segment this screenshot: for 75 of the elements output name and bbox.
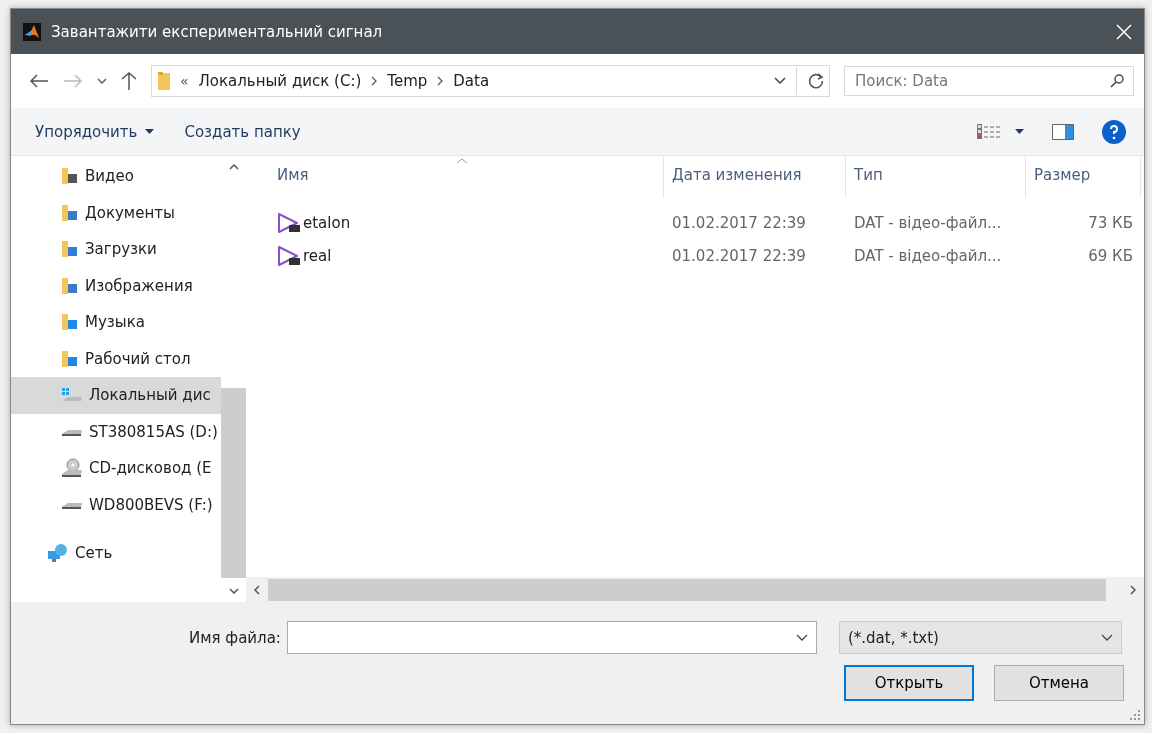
breadcrumb[interactable]: Temp	[387, 72, 428, 90]
video-file-icon	[277, 211, 301, 234]
sidebar-item[interactable]: Сеть	[11, 535, 221, 572]
folder-icon	[61, 240, 79, 259]
scroll-right-icon[interactable]	[1130, 584, 1136, 595]
sidebar-item[interactable]: Локальный дис	[11, 377, 221, 414]
up-arrow-icon[interactable]	[121, 71, 137, 91]
window-title: Завантажити експериментальний сигнал	[51, 22, 384, 41]
organize-menu[interactable]: Упорядочить	[27, 118, 163, 145]
chevron-down-icon[interactable]	[774, 77, 786, 85]
caret-icon[interactable]	[1015, 129, 1024, 134]
folder-icon	[158, 72, 170, 90]
table-cell-text: 73 КБ	[1087, 213, 1134, 232]
help-icon[interactable]	[1102, 119, 1126, 144]
video-file-icon	[277, 244, 301, 267]
file-row[interactable]: etalon 01.02.2017 22:39 DAT - відео-файл... 73 КБ	[246, 206, 1144, 239]
column-header[interactable]: Размер	[1026, 156, 1141, 198]
scrollbar-thumb[interactable]	[268, 578, 1106, 601]
search-field[interactable]: Поиск: Data	[844, 66, 1134, 96]
sidebar-item[interactable]: Музыка	[11, 304, 221, 341]
preview-pane-icon[interactable]	[1052, 123, 1074, 140]
chevron-down-icon[interactable]	[1100, 634, 1113, 641]
breadcrumb[interactable]: Локальный диск (C:)	[198, 72, 362, 90]
table-cell-text: 01.02.2017 22:39	[671, 246, 807, 265]
network-icon	[47, 543, 69, 564]
table-cell-text: DAT - відео-файл...	[853, 213, 1003, 232]
sidebar-item[interactable]: Рабочий стол	[11, 340, 221, 377]
folder-icon	[61, 167, 79, 186]
new-folder-button[interactable]: Создать папку	[176, 118, 309, 145]
chevron-right-icon[interactable]	[371, 76, 378, 86]
file-name-field[interactable]	[286, 621, 817, 654]
file-type-dropdown[interactable]: (*.dat, *.txt)	[838, 621, 1122, 654]
scroll-left-icon[interactable]	[254, 584, 260, 595]
table-cell-text: DAT - відео-файл...	[853, 246, 1003, 265]
cd-drive-icon	[61, 458, 83, 479]
address-bar[interactable]: « Локальный диск (C:) Temp Data	[151, 65, 830, 97]
scroll-down-icon[interactable]	[228, 588, 239, 594]
sidebar-item[interactable]: Документы	[11, 194, 221, 231]
column-header[interactable]: Тип	[846, 156, 1026, 198]
sidebar-item[interactable]: WD800BEVS (F:)	[11, 486, 221, 523]
file-row[interactable]: real 01.02.2017 22:39 DAT - відео-файл... 69 КБ	[246, 239, 1144, 272]
chevron-right-icon[interactable]	[437, 76, 444, 86]
file-name-label: Имя файла:	[189, 628, 281, 647]
table-cell-text: 01.02.2017 22:39	[671, 213, 807, 232]
folder-icon	[61, 276, 79, 295]
folder-icon	[61, 313, 79, 332]
sidebar-item[interactable]: Изображения	[11, 267, 221, 304]
scrollbar-thumb[interactable]	[221, 388, 246, 578]
close-icon[interactable]	[1116, 23, 1132, 40]
column-header[interactable]: Имя	[246, 156, 664, 198]
caret-icon[interactable]	[145, 129, 155, 134]
sidebar-item[interactable]: Видео	[11, 158, 221, 195]
search-icon	[1110, 74, 1124, 88]
file-name: real	[303, 246, 332, 265]
refresh-icon[interactable]	[807, 72, 825, 90]
folder-icon	[61, 349, 79, 368]
chevron-down-icon[interactable]	[97, 78, 107, 84]
scroll-up-icon[interactable]	[228, 164, 239, 170]
column-header[interactable]: Дата изменения	[664, 156, 846, 198]
folder-icon	[61, 203, 79, 222]
path-overflow[interactable]: «	[180, 73, 189, 89]
cancel-button[interactable]: Отмена	[994, 665, 1124, 701]
resize-grip-icon[interactable]	[1130, 710, 1140, 720]
file-name: etalon	[303, 213, 351, 232]
breadcrumb[interactable]: Data	[453, 72, 490, 90]
chevron-down-icon[interactable]	[795, 634, 808, 641]
sidebar-item[interactable]: CD-дисковод (E	[11, 450, 221, 487]
back-arrow-icon[interactable]	[29, 74, 49, 88]
sort-caret-icon	[456, 158, 468, 164]
open-button[interactable]: Открыть	[844, 665, 974, 701]
sidebar-item[interactable]: ST380815AS (D:)	[11, 413, 221, 450]
app-icon	[23, 22, 41, 41]
sidebar-item[interactable]: Загрузки	[11, 231, 221, 268]
table-cell-text: 69 КБ	[1087, 246, 1134, 265]
view-list-icon[interactable]	[977, 123, 1001, 140]
